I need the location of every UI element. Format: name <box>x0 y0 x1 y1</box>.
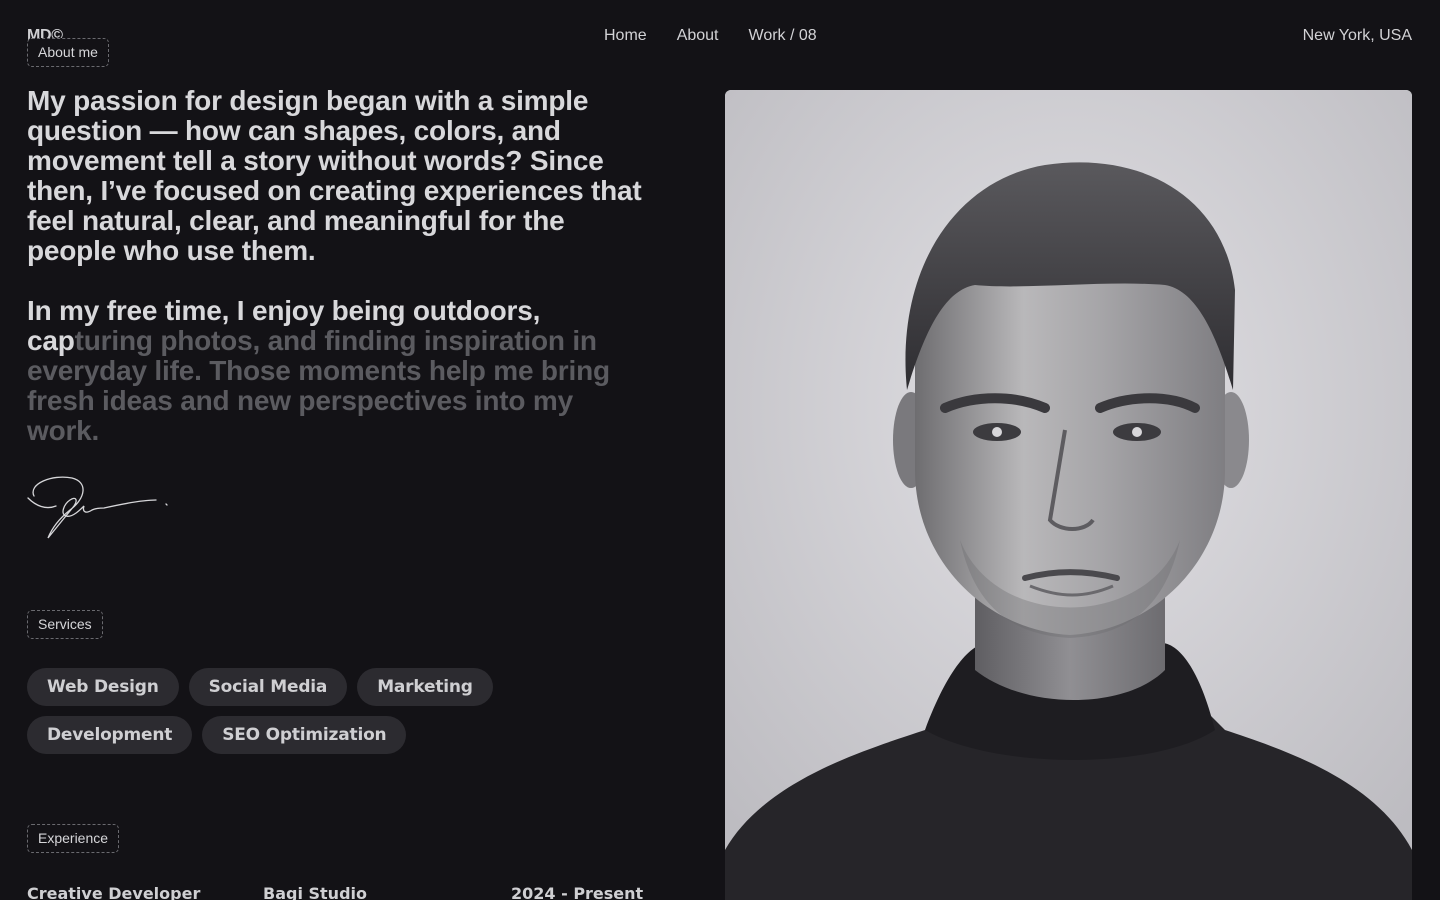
service-chip-marketing[interactable]: Marketing <box>357 668 493 706</box>
services-tag: Services <box>27 610 103 639</box>
experience-role: Creative Developer <box>27 884 201 900</box>
about-paragraph-2: In my free time, I enjoy being outdoors,… <box>27 296 647 446</box>
experience-row: Creative Developer Bagi Studio 2024 - Pr… <box>27 884 647 900</box>
services-list: Web Design Social Media Marketing Develo… <box>27 668 667 754</box>
service-chip-development[interactable]: Development <box>27 716 193 754</box>
portrait-illustration <box>725 90 1412 900</box>
signature-icon <box>27 476 168 539</box>
portrait-photo <box>725 90 1412 900</box>
service-chip-web-design[interactable]: Web Design <box>27 668 179 706</box>
nav-about-link[interactable]: About <box>677 27 719 45</box>
nav-home-link[interactable]: Home <box>604 27 647 45</box>
location-text: New York, USA <box>1302 27 1412 44</box>
about-intro: My passion for design began with a simpl… <box>27 86 647 446</box>
main-nav: Home About Work / 08 <box>604 27 817 45</box>
service-chip-social-media[interactable]: Social Media <box>188 668 348 706</box>
about-page: MD© Home About Work / 08 New York, USA A… <box>0 0 1440 900</box>
about-me-tag: About me <box>27 38 109 67</box>
nav-work-link[interactable]: Work / 08 <box>749 27 817 45</box>
experience-company: Bagi Studio <box>263 884 367 900</box>
about-paragraph-2-dimmed: turing photos, and finding inspiration i… <box>27 325 610 446</box>
experience-period: 2024 - Present <box>511 884 644 900</box>
about-paragraph-1: My passion for design began with a simpl… <box>27 85 642 266</box>
experience-tag: Experience <box>27 824 120 853</box>
service-chip-seo-optimization[interactable]: SEO Optimization <box>202 716 407 754</box>
